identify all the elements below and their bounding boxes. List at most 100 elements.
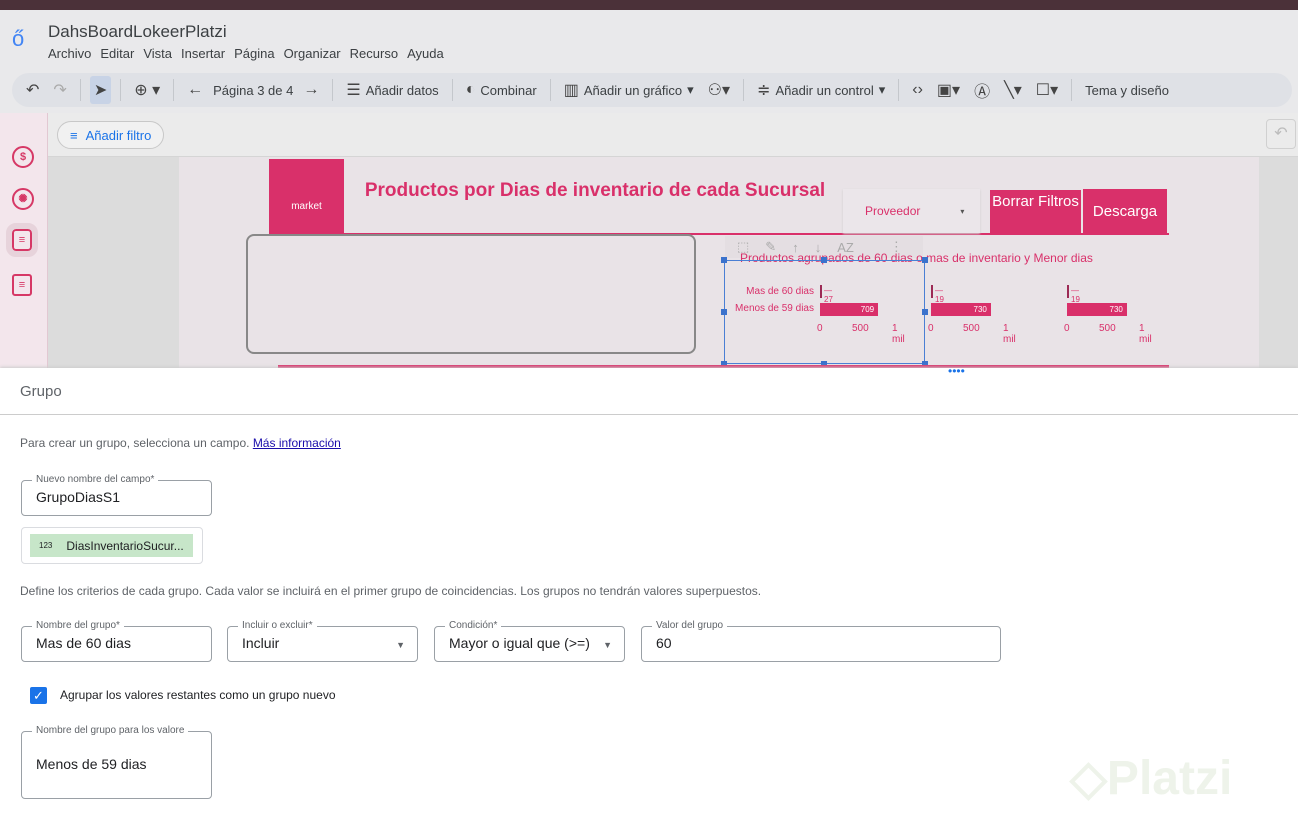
field-label: Condición*: [445, 620, 502, 631]
group-value-input[interactable]: Valor del grupo 60: [641, 620, 1001, 662]
add-control-button[interactable]: ≑ Añadir un control ▾: [753, 76, 889, 104]
page-1-icon[interactable]: $: [12, 146, 34, 168]
filter-bar: ≡ Añadir filtro ↶: [48, 113, 1298, 157]
add-filter-button[interactable]: ≡ Añadir filtro: [57, 121, 165, 149]
provider-dropdown[interactable]: Proveedor ▾: [843, 189, 980, 233]
image-icon[interactable]: ▣▾: [933, 76, 964, 104]
x-tick-label: 0: [928, 323, 934, 334]
add-data-icon: ☰: [346, 82, 361, 99]
menu-ayuda[interactable]: Ayuda: [407, 46, 444, 61]
community-viz-icon[interactable]: ⚇▾: [704, 76, 734, 104]
resize-handle[interactable]: [721, 257, 727, 263]
platzi-watermark: ◇Platzi: [1070, 750, 1232, 806]
undo-icon[interactable]: ↶: [22, 76, 43, 104]
remaining-checkbox[interactable]: ✓: [30, 687, 47, 704]
bar[interactable]: 730: [1067, 303, 1127, 316]
menu-vista[interactable]: Vista: [143, 46, 172, 61]
resize-handle[interactable]: [821, 257, 827, 263]
number-type-icon: 123: [39, 541, 53, 550]
include-exclude-select[interactable]: Incluir o excluir* Incluir ▼: [227, 620, 418, 662]
add-data-button[interactable]: ☰ Añadir datos: [342, 76, 442, 104]
field-label: Nombre del grupo para los valore: [32, 725, 189, 736]
menu-insertar[interactable]: Insertar: [181, 46, 225, 61]
theme-button[interactable]: Tema y diseño: [1081, 76, 1173, 104]
pages-sidebar: $ ✺ ≡ ≡: [0, 113, 48, 369]
resize-handle[interactable]: [922, 257, 928, 263]
menu-archivo[interactable]: Archivo: [48, 46, 91, 61]
watermark-text: Platzi: [1106, 752, 1233, 805]
clear-filters-button[interactable]: Borrar Filtros: [990, 190, 1081, 234]
drag-handle-icon[interactable]: ••••: [948, 364, 965, 378]
page-3-icon[interactable]: ≡: [6, 223, 38, 257]
new-field-name-input[interactable]: Nuevo nombre del campo* GrupoDiasS1: [21, 474, 212, 516]
x-tick-label: 1 mil: [1139, 323, 1152, 345]
redo-icon[interactable]: ↷: [49, 76, 70, 104]
field-value: GrupoDiasS1: [36, 489, 121, 505]
field-chip-container: 123 DiasInventarioSucur...: [21, 527, 203, 564]
platzi-logo-icon: ◇: [1070, 752, 1107, 805]
shape-icon[interactable]: ☐▾: [1032, 76, 1062, 104]
field-value: Mas de 60 dias: [36, 635, 131, 651]
add-chart-button[interactable]: ▥ Añadir un gráfico ▾: [560, 76, 698, 104]
divider: [173, 79, 175, 101]
chevron-down-icon: ▾: [687, 82, 694, 97]
remaining-group-name-input[interactable]: Nombre del grupo para los valore Menos de…: [21, 725, 212, 799]
field-chip-label: DiasInventarioSucur...: [66, 538, 184, 553]
embed-url-icon[interactable]: ‹›: [908, 76, 927, 104]
condition-select[interactable]: Condición* Mayor o igual que (>=) ▼: [434, 620, 625, 662]
group-name-input[interactable]: Nombre del grupo* Mas de 60 dias: [21, 620, 212, 662]
field-label: Valor del grupo: [652, 620, 728, 631]
bar[interactable]: [931, 285, 933, 298]
x-tick-label: 0: [1064, 323, 1070, 334]
menu-pagina[interactable]: Página: [234, 46, 274, 61]
add-data-label: Añadir datos: [365, 82, 439, 98]
resize-handle[interactable]: [721, 309, 727, 315]
field-label: Nombre del grupo*: [32, 620, 124, 631]
field-chip[interactable]: 123 DiasInventarioSucur...: [30, 534, 193, 557]
x-tick-label: 1 mil: [1003, 323, 1016, 345]
remaining-checkbox-label: Agrupar los valores restantes como un gr…: [60, 688, 336, 702]
menu-recurso[interactable]: Recurso: [350, 46, 398, 61]
looker-studio-logo-icon: ő: [12, 26, 25, 51]
report-heading: Productos por Dias de inventario de cada…: [364, 180, 826, 201]
line-icon[interactable]: ╲▾: [1000, 76, 1026, 104]
divider: [0, 414, 1298, 415]
reset-icon[interactable]: ↶: [1266, 119, 1296, 149]
menu-editar[interactable]: Editar: [100, 46, 134, 61]
resize-handle[interactable]: [922, 309, 928, 315]
select-pointer-icon[interactable]: ➤: [89, 76, 112, 104]
divider: [79, 79, 81, 101]
page-4-icon[interactable]: ≡: [12, 274, 32, 296]
field-value: Menos de 59 dias: [36, 756, 147, 772]
x-tick-label: 500: [963, 323, 980, 334]
download-button[interactable]: Descarga: [1083, 189, 1167, 234]
x-tick-label: 500: [1099, 323, 1116, 334]
divider: [549, 79, 551, 101]
next-page-icon[interactable]: →: [299, 76, 323, 104]
divider: [120, 79, 122, 101]
menu-organizar[interactable]: Organizar: [284, 46, 341, 61]
add-chart-icon: ▥: [563, 82, 579, 99]
panel-title: Grupo: [20, 383, 62, 400]
zoom-icon[interactable]: ⊕ ▾: [130, 76, 164, 104]
selected-chart-outline[interactable]: [721, 257, 928, 367]
field-label: Incluir o excluir*: [238, 620, 317, 631]
divider: [743, 79, 745, 101]
chevron-down-icon: ▼: [396, 640, 405, 650]
empty-scorecard-box[interactable]: [246, 234, 696, 354]
toolbar: ↶ ↷ ➤ ⊕ ▾ ← Página 3 de 4 → ☰ Añadir dato…: [12, 73, 1292, 107]
chevron-down-icon: ▾: [878, 82, 886, 97]
bar[interactable]: 730: [931, 303, 991, 316]
more-info-link[interactable]: Más información: [253, 436, 341, 450]
field-value: 60: [656, 635, 672, 651]
prev-page-icon[interactable]: ←: [183, 76, 207, 104]
bar[interactable]: [1067, 285, 1069, 298]
blend-button[interactable]: ◐ Combinar: [462, 76, 541, 104]
text-icon[interactable]: Ⓐ: [970, 76, 994, 104]
page-2-icon[interactable]: ✺: [12, 188, 34, 210]
divider: [451, 79, 453, 101]
blend-label: Combinar: [480, 82, 537, 98]
report-title[interactable]: DahsBoardLokeerPlatzi: [48, 22, 227, 42]
divider: [1071, 79, 1073, 101]
add-control-label: Añadir un control: [775, 82, 874, 98]
